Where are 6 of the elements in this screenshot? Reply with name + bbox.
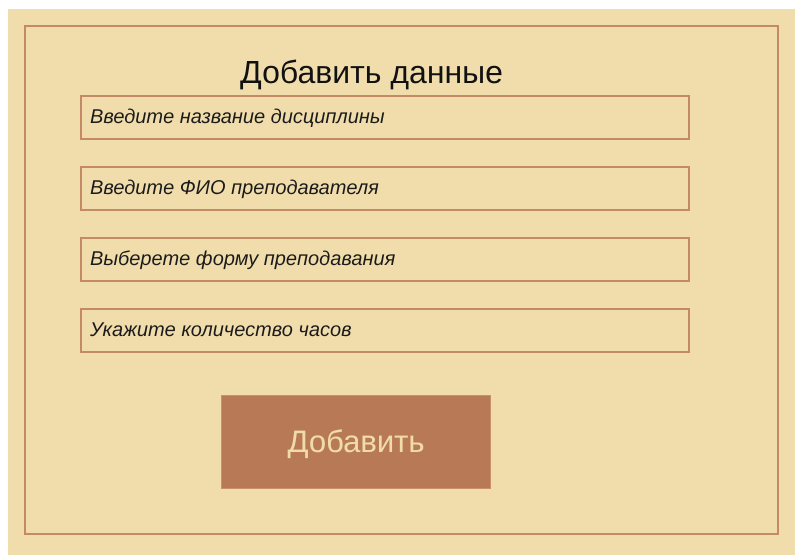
input-field[interactable]: Выберете форму преподавания bbox=[80, 237, 690, 282]
add-button[interactable]: Добавить bbox=[221, 395, 491, 490]
input-field[interactable]: Укажите количество часов bbox=[80, 308, 690, 354]
input-field[interactable]: Введите название дисциплины bbox=[80, 95, 690, 140]
input-field[interactable]: Введите ФИО преподавателя bbox=[80, 166, 690, 212]
form-title: Добавить данные bbox=[239, 53, 504, 92]
